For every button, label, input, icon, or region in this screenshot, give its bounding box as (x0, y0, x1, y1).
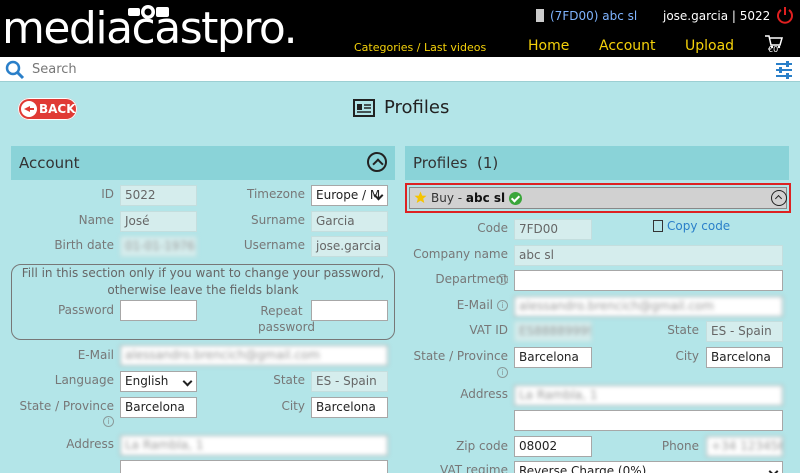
search-input[interactable] (32, 59, 732, 79)
profile-province-label: State / Province (413, 349, 509, 363)
chevron-up-icon[interactable] (367, 152, 387, 172)
department-input[interactable] (514, 270, 783, 291)
copy-icon (653, 220, 663, 232)
birth-date-field: 01-01-1976 (120, 236, 197, 257)
chevron-up-icon[interactable] (771, 190, 787, 206)
copy-code-label: Copy code (667, 219, 731, 233)
vat-id-field: ES88889999 (514, 321, 592, 342)
password-note: Fill in this section only if you want to… (21, 266, 385, 297)
state-field: ES - Spain (311, 371, 388, 392)
nav-home[interactable]: Home (528, 38, 569, 54)
back-label: BACK (39, 102, 76, 116)
cart-total: €0 (768, 45, 779, 54)
vat-id-label: VAT ID (469, 323, 508, 337)
surname-label: Surname (251, 213, 305, 227)
zip-label: Zip code (456, 439, 508, 453)
company-name-field: abc sl (514, 245, 783, 266)
city-label: City (281, 399, 305, 413)
id-field: 5022 (120, 185, 197, 206)
vat-regime-label: VAT regime (440, 463, 508, 473)
company-label: (7FD00) abc sl (550, 9, 638, 23)
search-icon[interactable] (5, 60, 25, 80)
camera-logo-icon (128, 5, 169, 19)
back-button[interactable]: BACK (18, 98, 77, 120)
company-name-label: Company name (413, 247, 508, 261)
address-input[interactable]: La Rambla, 1 (120, 435, 388, 456)
buy-profile-bar[interactable]: Buy - abc sl (409, 187, 787, 209)
password-label: Password (57, 303, 114, 317)
buy-profile-row[interactable]: Buy - abc sl (405, 183, 791, 213)
star-icon (414, 191, 427, 203)
company-link[interactable]: (7FD00) abc sl (536, 9, 637, 23)
repeat-password-input[interactable] (311, 300, 388, 321)
surname-field: Garcia (311, 211, 388, 232)
repeat-password-label: Repeat password (258, 304, 315, 334)
buy-prefix: Buy - (431, 191, 466, 205)
filter-settings-icon[interactable] (775, 61, 793, 79)
code-label: Code (477, 221, 508, 235)
profile-email-input[interactable]: alessandro.brencich@gmail.com (514, 296, 783, 317)
zip-input[interactable]: 08002 (514, 436, 592, 457)
profile-state-field: ES - Spain (706, 321, 783, 342)
username-label: Username (243, 238, 305, 252)
id-label: ID (101, 187, 114, 201)
language-label: Language (54, 373, 114, 387)
nav-categories[interactable]: Categories / Last videos (354, 41, 486, 54)
email-input[interactable]: alessandro.brencich@gmail.com (120, 345, 388, 366)
buy-company: abc sl (465, 191, 506, 205)
language-select[interactable]: English (120, 371, 197, 392)
profiles-title: Profiles (1) (413, 154, 498, 172)
profile-state-label: State (667, 323, 699, 337)
city-input[interactable]: Barcelona (311, 397, 388, 418)
name-label: Name (78, 213, 114, 227)
buy-label: Buy - abc sl (431, 191, 505, 205)
profiles-panel-header: Profiles (1) (405, 146, 789, 180)
copy-code-link[interactable]: Copy code (653, 219, 730, 233)
phone-label: Phone (661, 439, 699, 453)
province-label: State / Province (19, 399, 115, 413)
email-label: E-Mail (77, 348, 114, 362)
state-label: State (273, 373, 305, 387)
profiles-title-text: Profiles (413, 154, 468, 172)
timezone-select[interactable]: Europe / M (311, 185, 388, 206)
nav-account[interactable]: Account (599, 38, 656, 54)
info-icon[interactable]: i (497, 300, 508, 311)
building-icon (536, 9, 544, 22)
profiles-count: (1) (477, 154, 499, 172)
power-icon[interactable] (776, 6, 794, 24)
profile-province-input[interactable]: Barcelona (514, 347, 592, 368)
vat-regime-select[interactable]: Reverse Charge (0%) (514, 461, 783, 473)
code-field: 7FD00 (514, 219, 592, 240)
search-bar (0, 57, 800, 82)
address-label: Address (66, 437, 114, 451)
arrow-left-icon (21, 101, 37, 117)
name-field: José (120, 211, 197, 232)
username-field: jose.garcia (311, 236, 388, 257)
id-card-icon (353, 99, 375, 117)
info-icon[interactable]: i (497, 367, 508, 378)
phone-input[interactable]: +34 123456 (706, 436, 783, 457)
info-icon[interactable]: i (497, 274, 508, 285)
account-title: Account (19, 154, 80, 172)
user-info: jose.garcia | 5022 (663, 9, 771, 23)
timezone-label: Timezone (247, 187, 305, 201)
password-input[interactable] (120, 300, 197, 321)
profile-address-input[interactable]: La Rambla, 1 (514, 385, 783, 406)
info-icon[interactable]: i (103, 416, 114, 427)
profile-address-label: Address (460, 387, 508, 401)
profile-city-label: City (675, 349, 699, 363)
nav-upload[interactable]: Upload (685, 38, 734, 54)
profile-city-input[interactable]: Barcelona (706, 347, 783, 368)
province-input[interactable]: Barcelona (120, 397, 197, 418)
profile-email-label: E-Mail (456, 298, 493, 312)
profile-address-line2-input[interactable] (514, 410, 783, 431)
top-header: mediacastpro. (7FD00) abc sl jose.garcia… (0, 0, 800, 57)
check-circle-icon (509, 192, 522, 205)
account-panel-header[interactable]: Account (11, 146, 395, 180)
birth-date-label: Birth date (54, 238, 114, 252)
page-title: Profiles (384, 97, 450, 118)
address-line2-input[interactable] (120, 460, 388, 473)
